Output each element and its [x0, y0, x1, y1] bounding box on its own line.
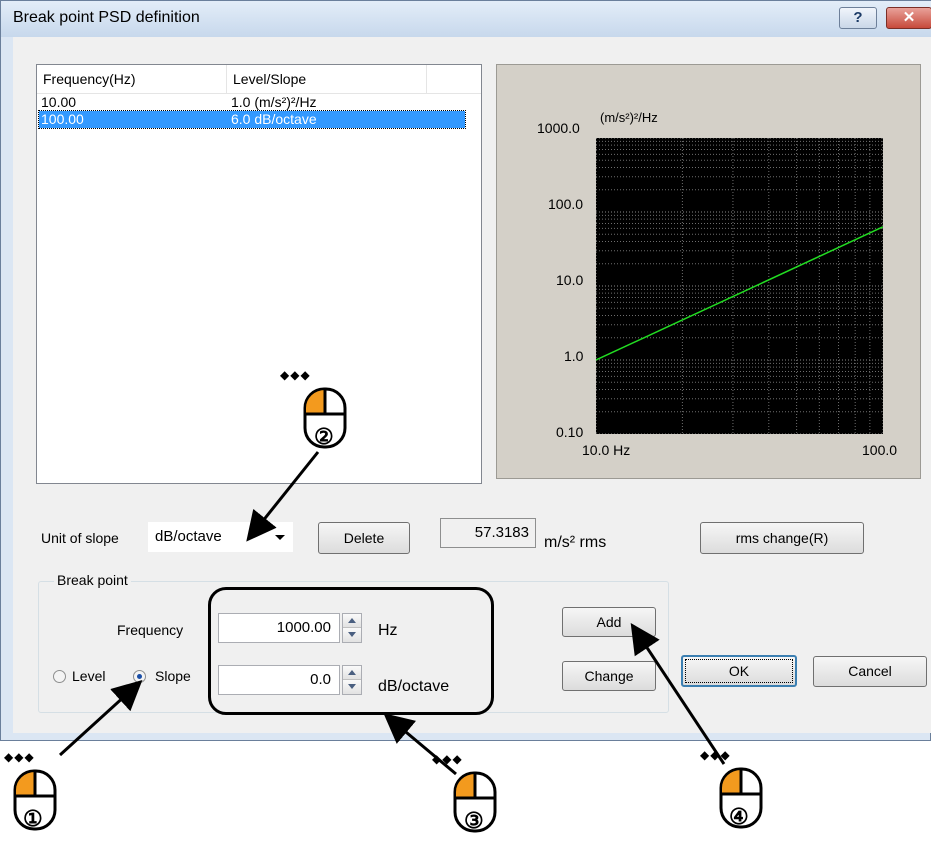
y-tick-label: 100.0	[548, 196, 584, 212]
unit-of-slope-value: dB/octave	[155, 528, 222, 545]
sparkle-icon: ◆◆◆	[280, 368, 311, 382]
help-button[interactable]: ?	[839, 7, 877, 29]
breakpoint-list[interactable]: Frequency(Hz) Level/Slope 10.00 1.0 (m/s…	[36, 64, 482, 484]
x-tick-label: 100.0	[862, 442, 898, 458]
step-3-label: ③	[464, 808, 484, 833]
frequency-label: Frequency	[117, 622, 184, 638]
list-item-level: 1.0 (m/s²)²/Hz	[231, 94, 317, 110]
rms-unit-label: m/s² rms	[544, 534, 607, 551]
slope-radio[interactable]	[133, 670, 146, 683]
level-radio[interactable]	[53, 670, 66, 683]
change-button[interactable]: Change	[562, 661, 656, 691]
list-header: Frequency(Hz) Level/Slope	[37, 65, 481, 94]
sparkle-icon: ◆◆◆	[700, 748, 731, 762]
step-1-label: ①	[23, 806, 43, 831]
plot-grid	[596, 138, 883, 434]
psd-plot-area	[596, 138, 883, 434]
list-item-slope: 6.0 dB/octave	[231, 111, 317, 127]
break-point-group-label: Break point	[54, 572, 131, 588]
add-button[interactable]: Add	[562, 607, 656, 637]
column-header-level-slope[interactable]: Level/Slope	[227, 65, 427, 93]
y-tick-label: 0.10	[556, 424, 584, 440]
list-item-frequency: 100.00	[41, 111, 84, 127]
y-unit-label: (m/s²)²/Hz	[600, 110, 658, 125]
sparkle-icon: ◆◆◆	[4, 750, 35, 764]
y-tick-label: 1.0	[564, 348, 584, 364]
list-item-frequency: 10.00	[41, 94, 77, 110]
cancel-button[interactable]: Cancel	[813, 656, 927, 687]
chevron-down-icon[interactable]	[275, 535, 285, 540]
unit-of-slope-select[interactable]: dB/octave	[148, 522, 293, 552]
input-highlight-frame	[208, 587, 494, 715]
ok-button[interactable]: OK	[681, 655, 797, 687]
step-4-label: ④	[729, 804, 749, 829]
y-tick-label: 1000.0	[537, 120, 580, 136]
close-button[interactable]: ✕	[886, 7, 931, 29]
level-radio-label: Level	[72, 668, 106, 684]
window-title: Break point PSD definition	[13, 9, 200, 26]
list-item[interactable]: 10.00 1.0 (m/s²)²/Hz	[39, 94, 465, 111]
y-tick-label: 10.0	[556, 272, 584, 288]
x-tick-label: 10.0 Hz	[582, 442, 631, 458]
unit-of-slope-label: Unit of slope	[41, 530, 119, 546]
title-bar: Break point PSD definition ? ✕	[1, 1, 931, 37]
rms-value-field: 57.3183	[440, 518, 536, 548]
rms-change-button[interactable]: rms change(R)	[700, 522, 864, 554]
slope-radio-label: Slope	[155, 668, 191, 684]
step-2-label: ②	[314, 424, 334, 449]
column-header-frequency[interactable]: Frequency(Hz)	[37, 65, 227, 93]
sparkle-icon: ◆◆◆	[432, 752, 463, 766]
delete-button[interactable]: Delete	[318, 522, 410, 554]
list-item-selected[interactable]: 100.00 6.0 dB/octave	[38, 110, 466, 129]
